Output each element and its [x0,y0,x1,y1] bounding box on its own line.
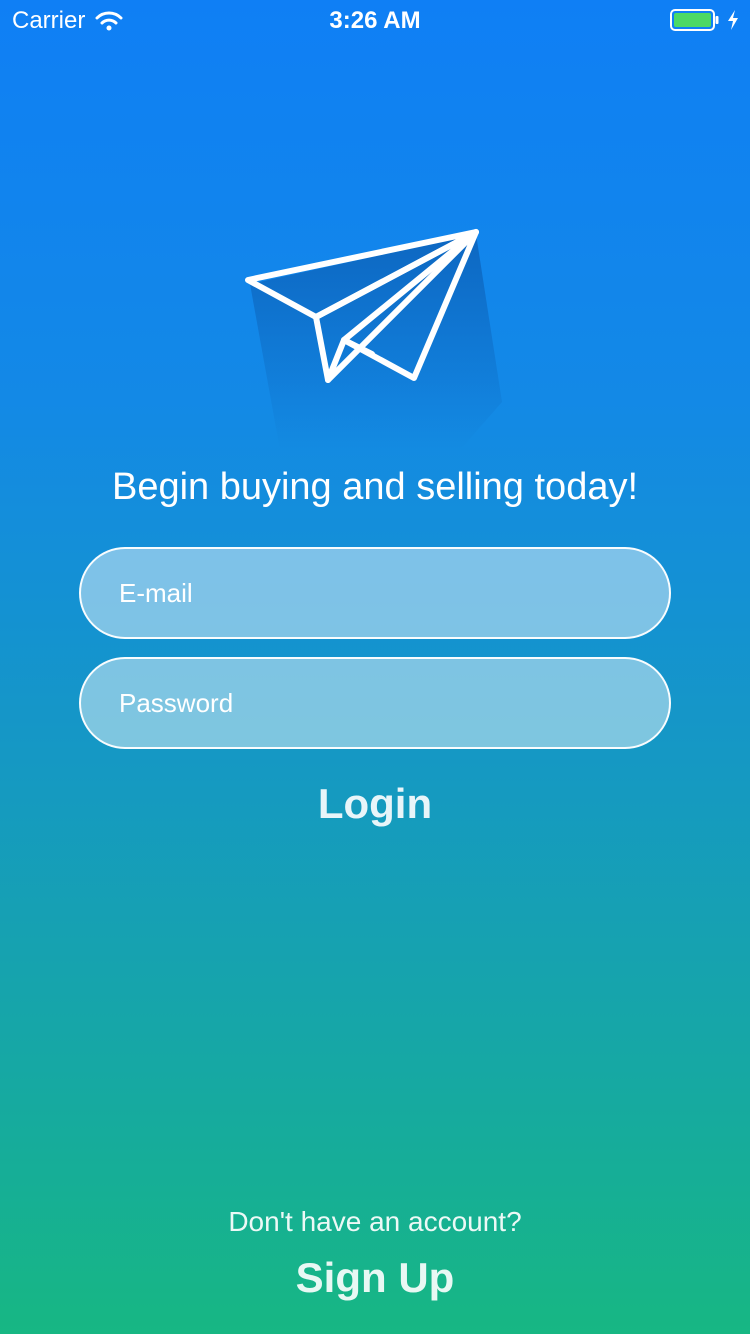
password-field[interactable] [79,657,671,749]
status-bar: Carrier 3:26 AM [0,0,750,40]
tagline: Begin buying and selling today! [111,466,639,508]
email-input[interactable] [81,549,669,637]
signup-prompt: Don't have an account? [228,1206,522,1237]
charging-bolt-icon [726,9,740,31]
sign-up-button[interactable]: Sign Up [0,1254,750,1302]
password-input[interactable] [81,659,669,747]
paper-plane-icon [240,222,510,452]
battery-icon [670,9,720,31]
battery-group [670,9,740,31]
login-screen: Carrier 3:26 AM Begin buying and selling… [0,0,750,1334]
email-field[interactable] [79,547,671,639]
login-button[interactable]: Login [0,780,750,828]
status-time: 3:26 AM [329,7,421,34]
